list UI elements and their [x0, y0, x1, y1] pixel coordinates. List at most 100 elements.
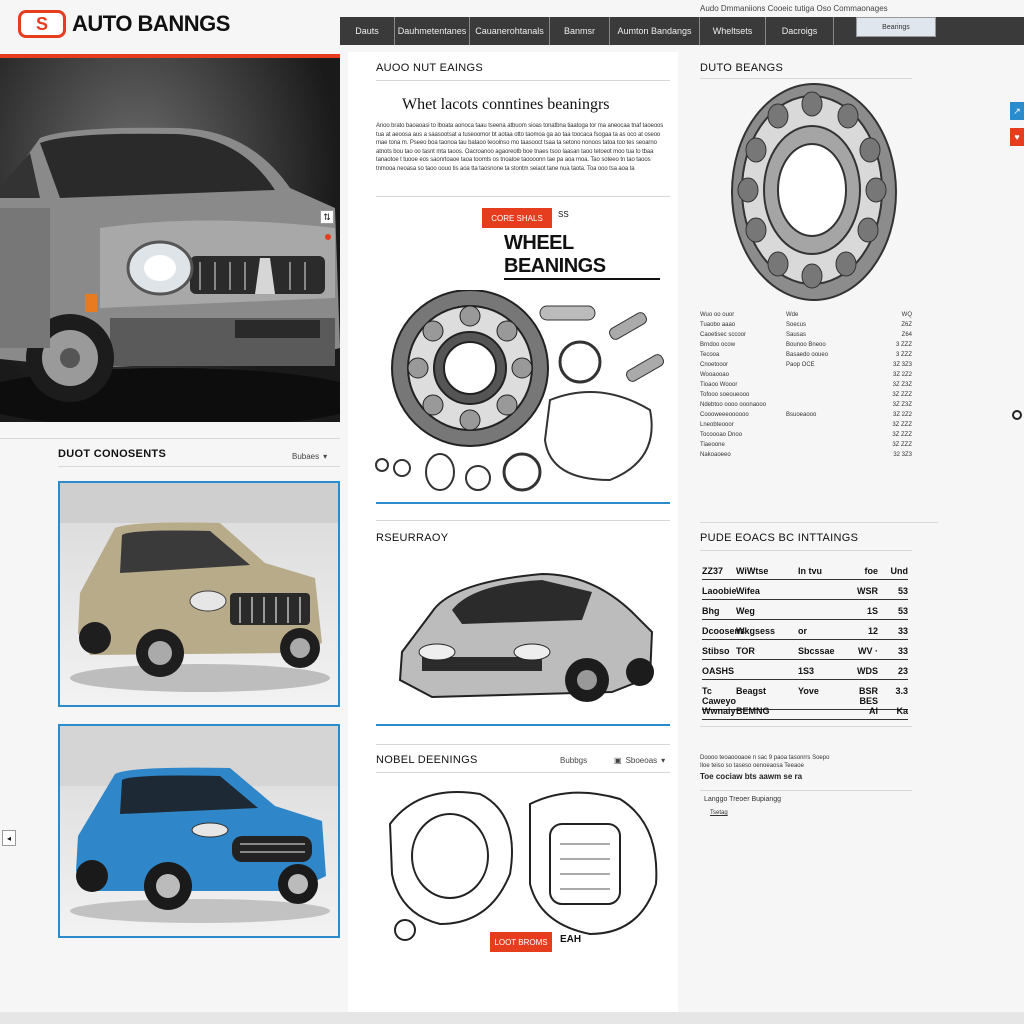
middle-sort-dropdown[interactable]: Bubbgs	[560, 756, 587, 765]
nav-thumbnail[interactable]: Bearings	[856, 17, 936, 37]
table-header-cell: Und	[890, 566, 909, 576]
table-cell: Wkgsess	[736, 626, 776, 636]
table-cell: 23	[897, 666, 908, 676]
table-cell	[798, 706, 842, 716]
table-cell: Wifea	[736, 586, 760, 596]
bottom-cta-secondary[interactable]: EAH	[560, 934, 581, 945]
divider	[58, 466, 340, 467]
right-section2-title: PUDE EOACS BC INTTAINGS	[700, 532, 859, 544]
hero-slide-indicator[interactable]	[325, 234, 331, 240]
left-section-title: DUOT CONOSENTS	[58, 448, 167, 460]
table-cell: Bhg	[702, 606, 720, 616]
spec-row: Tofooo soeoueooo 3Z ZZZ	[700, 392, 912, 398]
product-card-suv-beige[interactable]	[58, 481, 340, 707]
spec-cell: Soecus	[786, 322, 807, 328]
spec-row: Tecooa Basaedo ooueo 3 ZZZ	[700, 352, 912, 358]
spec-cell	[786, 452, 872, 458]
site-logo[interactable]: S AUTO BANNGS	[18, 10, 230, 38]
spec-cell: Tocoooao Dnoo	[700, 432, 743, 438]
spec-cell	[786, 442, 872, 448]
spec-cell	[786, 392, 872, 398]
left-sort-dropdown[interactable]: Bubaes ▾	[292, 452, 327, 461]
spec-row: Brndoo ocow Bounoo Bneoo 3 ZZZ	[700, 342, 912, 348]
spec-row: Coooweeeoooooo Bsuoeaooo 3Z 2Z2	[700, 412, 912, 418]
table-cell: or	[798, 626, 807, 636]
table-row: Laoobie Wifea WSR 53	[702, 586, 908, 600]
table-cell: 33	[897, 646, 908, 656]
spec-row: Nakoaoeeo 32 3Z3	[700, 452, 912, 458]
middle-section2-title: RSEURRAOY	[376, 532, 449, 544]
table-header-cell: WiWtse	[736, 566, 769, 576]
nav-item-4[interactable]: Banmsr	[550, 17, 610, 45]
scroll-left-icon[interactable]: ◂	[2, 830, 16, 846]
hero-gallery-icon[interactable]: ⇅	[320, 210, 334, 224]
spec-cell: Tioaoo Wooor	[700, 382, 738, 388]
nav-item-1[interactable]: Dauts	[340, 17, 395, 45]
nav-item-2[interactable]: Dauhmetentanes	[395, 17, 470, 45]
cta-secondary-label[interactable]: SS	[558, 210, 569, 219]
blue-divider	[376, 502, 670, 504]
nav-item-7[interactable]: Dacroigs	[766, 17, 834, 45]
table-cell: OASHS	[702, 666, 735, 676]
article-paragraph: Anoo brato baoaoasi to lboata aonoca taa…	[376, 123, 664, 172]
middle-filter-dropdown[interactable]: ▣ Sboeoas ▾	[614, 756, 665, 765]
divider	[376, 196, 670, 197]
spec-cell: 3Z 2Z2	[892, 372, 912, 378]
divider	[700, 78, 912, 79]
chevron-down-icon: ▾	[661, 756, 666, 765]
middle-section3-title: NOBEL DEENINGS	[376, 754, 478, 766]
divider	[700, 790, 912, 791]
spec-cell: 3 ZZZ	[896, 352, 912, 358]
table-header-cell: ZZ37	[702, 566, 724, 576]
spec-cell: Tofooo soeoueooo	[700, 392, 750, 398]
note-line-2: Iloe teiso so taseso oenoeaosa Teeaoe	[700, 763, 804, 769]
sedan-sketch-illustration	[398, 572, 654, 702]
hub-assembly-diagram	[388, 791, 658, 941]
table-cell: Laoobie	[702, 586, 737, 596]
spec-row: Caoetisec sccoor Sausas Z64	[700, 332, 912, 338]
middle-sort-label: Bubbgs	[560, 756, 588, 765]
spec-cell: Caoetisec sccoor	[700, 332, 747, 338]
favorite-icon[interactable]: ♥	[1010, 128, 1024, 146]
footer-link-small[interactable]: Tsetag	[710, 810, 728, 816]
nav-item-6[interactable]: Wheltsets	[700, 17, 766, 45]
divider	[700, 522, 938, 523]
spec-cell	[786, 432, 872, 438]
table-cell: 53	[897, 606, 908, 616]
spec-row: Tiaeoone 3Z ZZZ	[700, 442, 912, 448]
divider	[376, 772, 670, 773]
footer-links[interactable]: Langgo Treoer Bupiangg	[704, 796, 781, 803]
divider	[700, 726, 912, 727]
table-cell: WSR	[857, 586, 878, 596]
bearing-parts-diagram	[375, 290, 664, 492]
spec-row: Cnoetooor Paop OCE 3Z 3Z3	[700, 362, 912, 368]
table-row: OASHS 1S3 WDS 23	[702, 666, 908, 680]
spec-cell: Nakoaoeeo	[700, 452, 731, 458]
table-cell: 33	[897, 626, 908, 636]
middle-section1-title: AUOO NUT EAINGS	[376, 62, 483, 74]
table-cell: WV ·	[858, 646, 878, 656]
nav-item-5[interactable]: Aumton Bandangs	[610, 17, 700, 45]
table-row: Bhg Weg 1S 53	[702, 606, 908, 620]
bottom-cta-button[interactable]: LOOT BROMS	[490, 932, 552, 952]
core-cta-button[interactable]: CORE SHALS	[482, 208, 552, 228]
table-cell: 1S	[866, 606, 878, 616]
spec-cell: 3Z 3Z3	[892, 362, 912, 368]
footer-bar	[0, 1012, 1024, 1024]
table-cell: BEMNG	[736, 706, 770, 716]
share-icon[interactable]: ↗	[1010, 102, 1024, 120]
spec-cell: Z64	[901, 332, 912, 338]
nav-item-3[interactable]: Cauanerohtanals	[470, 17, 550, 45]
spec-cell: 3Z ZZZ	[892, 442, 912, 448]
spec-cell: Bounoo Bneoo	[786, 342, 826, 348]
product-card-suv-blue[interactable]	[58, 724, 340, 938]
table-cell: Dcoosens	[702, 626, 746, 636]
spec-cell	[786, 422, 872, 428]
top-utility-links[interactable]: Audo Dmmaniions Cooeic tutiga Oso Commao…	[700, 4, 888, 13]
middle-filter-label: Sboeoas	[625, 756, 658, 765]
scroll-right-icon[interactable]	[1012, 410, 1022, 420]
table-cell	[798, 606, 842, 616]
spec-cell	[786, 372, 872, 378]
spec-cell: Basaedo ooueo	[786, 352, 829, 358]
note-line-3: Toe cociaw bts aawm se ra	[700, 772, 803, 781]
